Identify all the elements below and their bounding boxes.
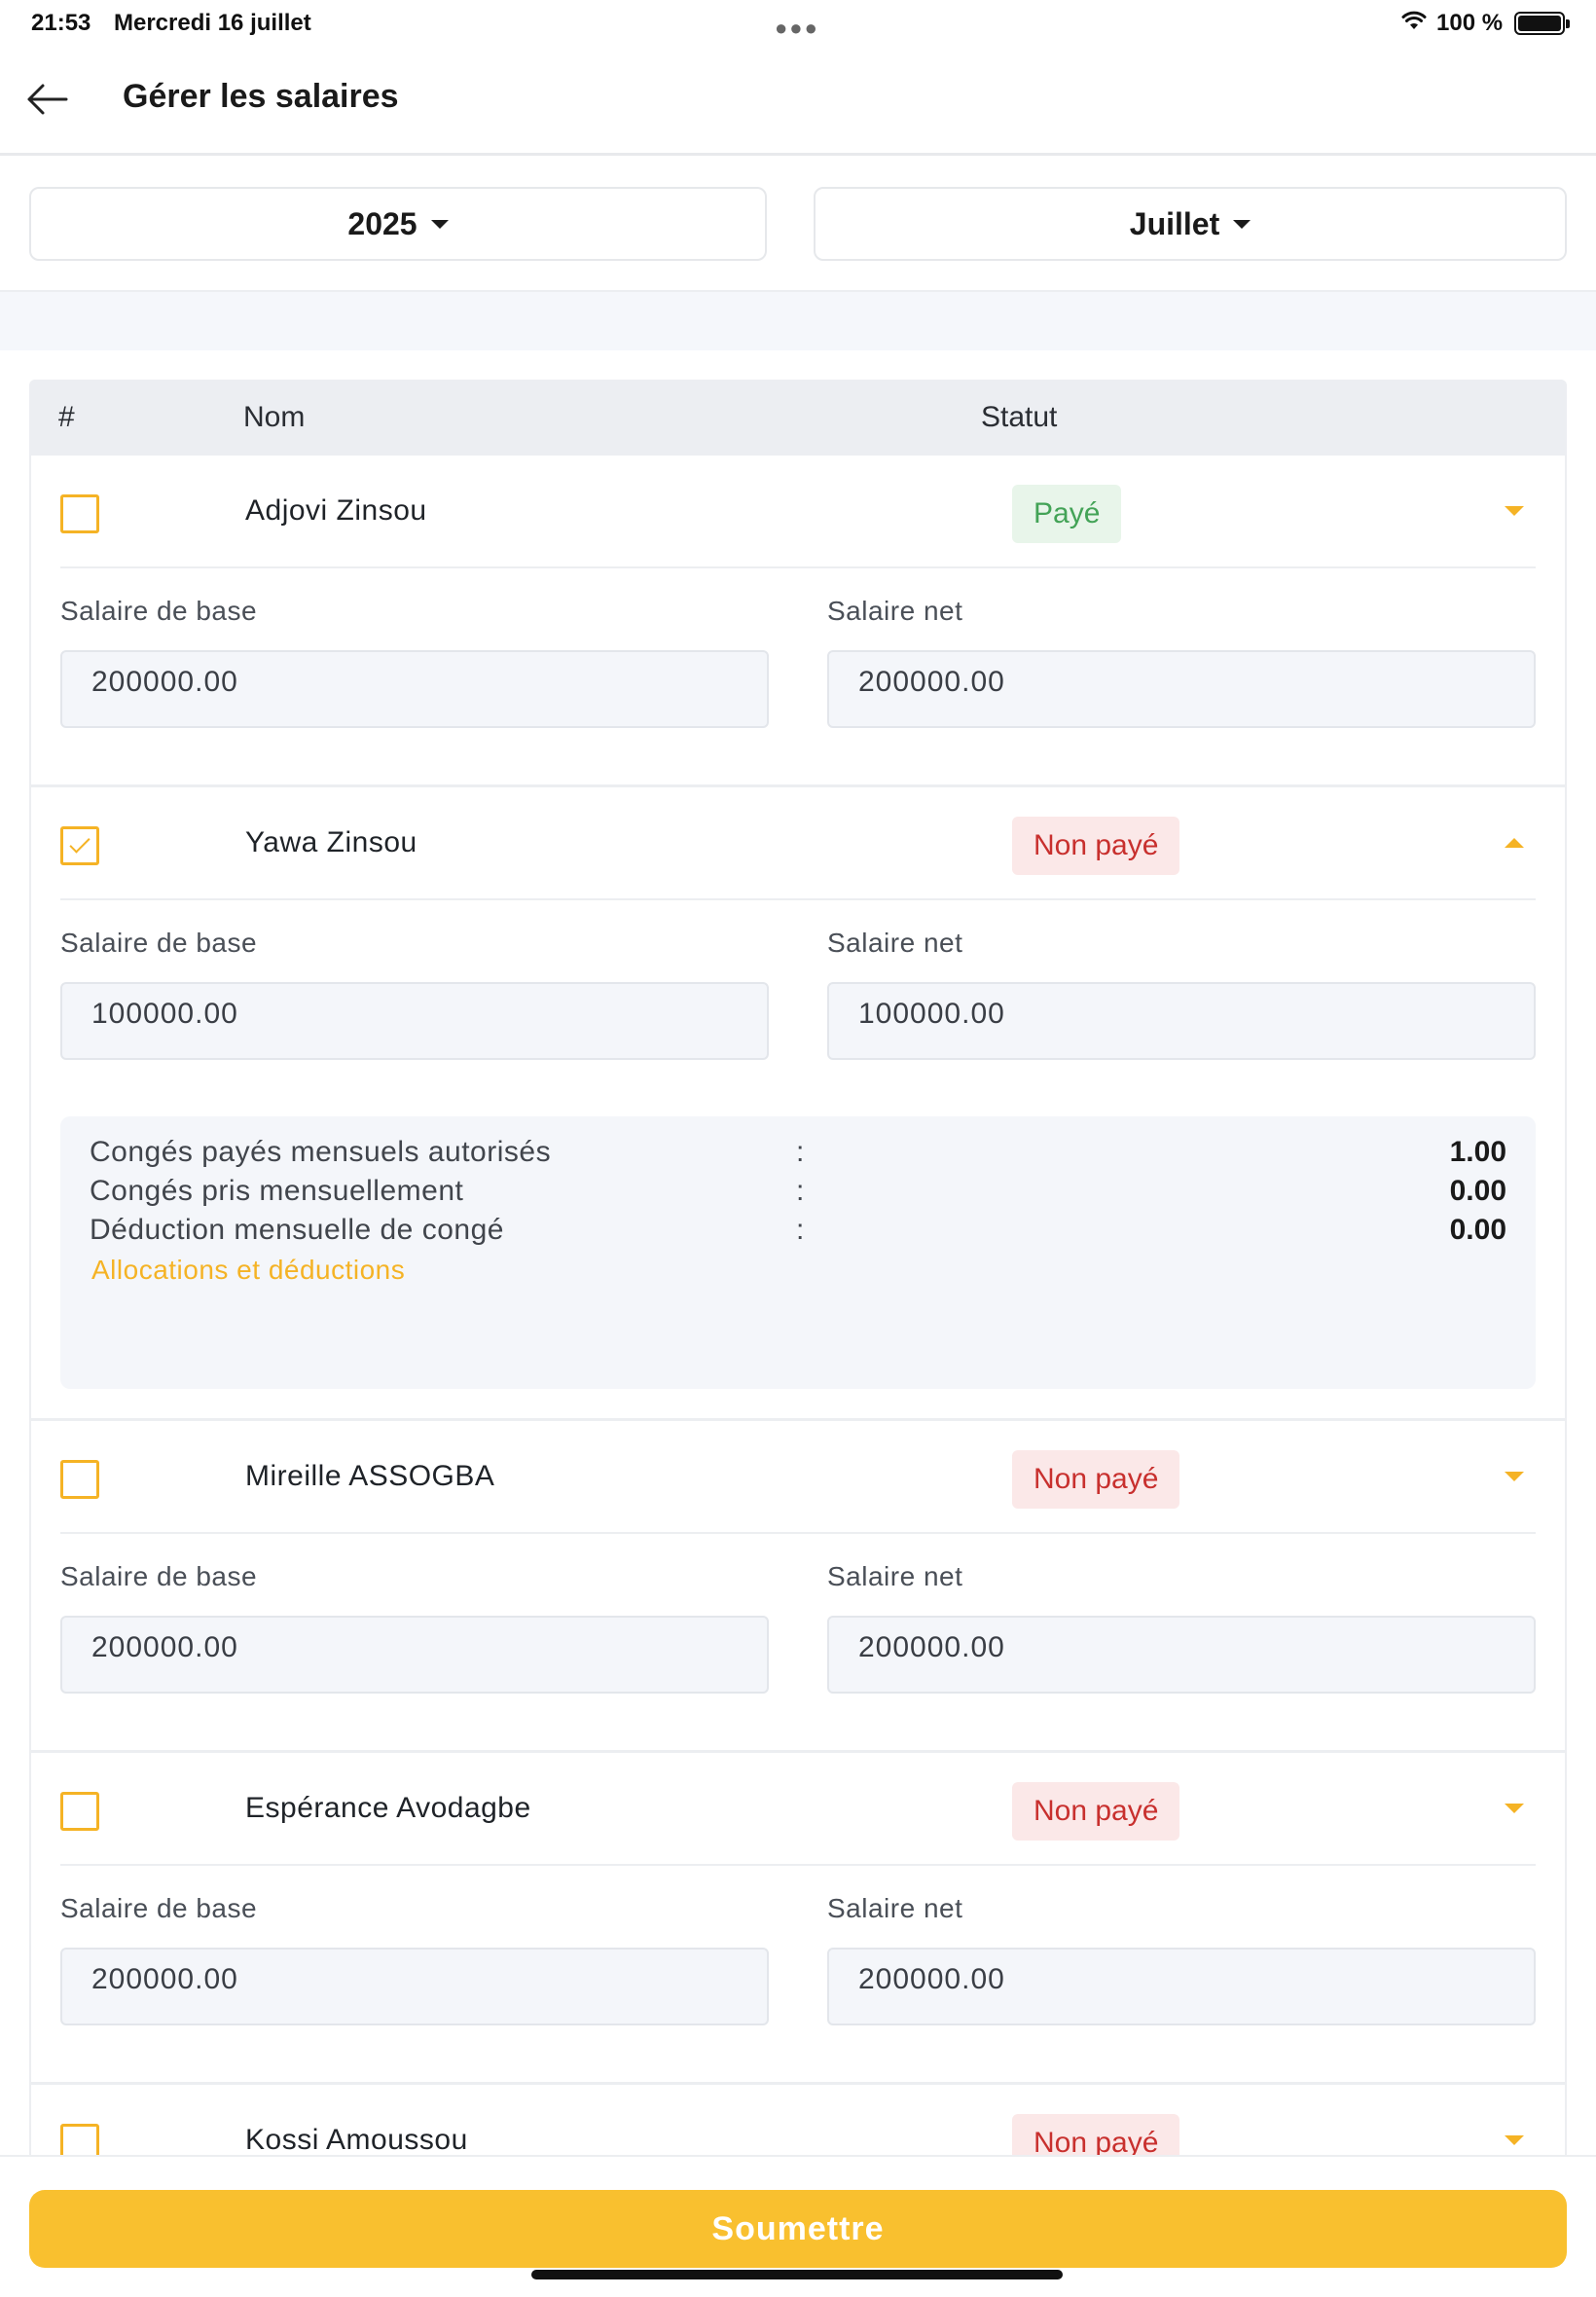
detail-separator: : xyxy=(796,1214,805,1246)
net-salary-label: Salaire net xyxy=(827,1893,963,1923)
year-select-value: 2025 xyxy=(347,205,417,241)
base-salary-input[interactable]: 200000.00 xyxy=(60,1948,769,2025)
row-salary-fields: Salaire de base Salaire net 200000.00 20… xyxy=(60,1866,1536,2082)
allocations-deductions-link[interactable]: Allocations et déductions xyxy=(91,1255,405,1286)
month-select[interactable]: Juillet xyxy=(814,187,1567,261)
detail-value: 0.00 xyxy=(1449,1214,1506,1246)
home-indicator[interactable] xyxy=(531,2270,1063,2279)
multitasking-dots-icon[interactable]: ●●● xyxy=(775,16,819,41)
row-checkbox[interactable] xyxy=(60,1792,99,1831)
detail-separator: : xyxy=(796,1175,805,1207)
salary-list[interactable]: Adjovi Zinsou Payé Salaire de base Salai… xyxy=(29,456,1567,2159)
detail-label: Déduction mensuelle de congé xyxy=(90,1214,504,1246)
table-header: # Nom Statut xyxy=(29,380,1567,456)
base-salary-input[interactable]: 100000.00 xyxy=(60,982,769,1060)
table-row: Espérance Avodagbe Non payé Salaire de b… xyxy=(31,1753,1565,2085)
detail-value: 0.00 xyxy=(1449,1175,1506,1207)
status-time: 21:53 xyxy=(31,10,91,36)
detail-separator: : xyxy=(796,1136,805,1168)
submit-button[interactable]: Soumettre xyxy=(29,2190,1567,2268)
chevron-down-icon[interactable] xyxy=(1505,2135,1524,2145)
month-select-value: Juillet xyxy=(1129,205,1220,241)
net-salary-input[interactable]: 200000.00 xyxy=(827,650,1536,728)
net-salary-input[interactable]: 100000.00 xyxy=(827,982,1536,1060)
battery-percentage: 100 % xyxy=(1436,10,1504,36)
detail-line: Déduction mensuelle de congé : 0.00 xyxy=(90,1214,1506,1253)
column-header-name: Nom xyxy=(243,401,306,433)
row-checkbox[interactable] xyxy=(60,1460,99,1499)
chevron-down-icon[interactable] xyxy=(1505,506,1524,516)
arrow-left-icon[interactable] xyxy=(23,80,70,119)
base-salary-label: Salaire de base xyxy=(60,1561,258,1591)
row-header[interactable]: Mireille ASSOGBA Non payé xyxy=(60,1421,1536,1534)
chevron-up-icon[interactable] xyxy=(1505,838,1524,848)
detail-label: Congés payés mensuels autorisés xyxy=(90,1136,552,1168)
row-header[interactable]: Kossi Amoussou Non payé xyxy=(60,2085,1536,2159)
row-header[interactable]: Espérance Avodagbe Non payé xyxy=(60,1753,1536,1866)
row-checkbox[interactable] xyxy=(60,826,99,865)
table-row: Kossi Amoussou Non payé xyxy=(31,2085,1565,2159)
base-salary-label: Salaire de base xyxy=(60,928,258,958)
column-header-status: Statut xyxy=(981,401,1058,433)
row-salary-fields: Salaire de base Salaire net 200000.00 20… xyxy=(60,1534,1536,1750)
row-header[interactable]: Adjovi Zinsou Payé xyxy=(60,456,1536,568)
table-row: Adjovi Zinsou Payé Salaire de base Salai… xyxy=(31,456,1565,787)
chevron-down-icon[interactable] xyxy=(1505,1804,1524,1813)
filter-bar: 2025 Juillet xyxy=(0,156,1596,292)
table-row: Mireille ASSOGBA Non payé Salaire de bas… xyxy=(31,1421,1565,1753)
employee-name: Espérance Avodagbe xyxy=(245,1792,531,1824)
app-header: Gérer les salaires xyxy=(0,47,1596,156)
employee-name: Adjovi Zinsou xyxy=(245,494,427,527)
table-row: Yawa Zinsou Non payé Salaire de base Sal… xyxy=(31,787,1565,1421)
caret-down-icon xyxy=(1233,219,1251,229)
net-salary-input[interactable]: 200000.00 xyxy=(827,1948,1536,2025)
chevron-down-icon[interactable] xyxy=(1505,1472,1524,1481)
status-badge: Non payé xyxy=(1012,2114,1180,2159)
detail-label: Congés pris mensuellement xyxy=(90,1175,464,1207)
caret-down-icon xyxy=(430,219,449,229)
row-checkbox[interactable] xyxy=(60,494,99,533)
detail-line: Congés payés mensuels autorisés : 1.00 xyxy=(90,1136,1506,1175)
net-salary-input[interactable]: 200000.00 xyxy=(827,1616,1536,1694)
status-badge: Non payé xyxy=(1012,1782,1180,1841)
row-salary-fields: Salaire de base Salaire net 200000.00 20… xyxy=(60,568,1536,784)
battery-icon xyxy=(1514,12,1570,35)
status-badge: Non payé xyxy=(1012,1450,1180,1509)
base-salary-input[interactable]: 200000.00 xyxy=(60,1616,769,1694)
employee-name: Mireille ASSOGBA xyxy=(245,1460,495,1492)
net-salary-label: Salaire net xyxy=(827,928,963,958)
wifi-icon xyxy=(1401,11,1427,29)
status-bar: 21:53 Mercredi 16 juillet ●●● 100 % xyxy=(0,0,1596,47)
status-badge: Non payé xyxy=(1012,817,1180,875)
leave-details-panel: Congés payés mensuels autorisés : 1.00 C… xyxy=(60,1116,1536,1389)
base-salary-label: Salaire de base xyxy=(60,596,258,626)
row-checkbox[interactable] xyxy=(60,2124,99,2159)
status-badge: Payé xyxy=(1012,485,1122,543)
detail-value: 1.00 xyxy=(1449,1136,1506,1168)
section-divider xyxy=(0,292,1596,350)
page-title: Gérer les salaires xyxy=(123,78,399,115)
status-date: Mercredi 16 juillet xyxy=(114,10,311,36)
base-salary-label: Salaire de base xyxy=(60,1893,258,1923)
column-header-number: # xyxy=(58,401,75,433)
net-salary-label: Salaire net xyxy=(827,1561,963,1591)
employee-name: Yawa Zinsou xyxy=(245,826,417,858)
net-salary-label: Salaire net xyxy=(827,596,963,626)
row-header[interactable]: Yawa Zinsou Non payé xyxy=(60,787,1536,900)
employee-name: Kossi Amoussou xyxy=(245,2124,468,2156)
base-salary-input[interactable]: 200000.00 xyxy=(60,650,769,728)
year-select[interactable]: 2025 xyxy=(29,187,767,261)
row-salary-fields: Salaire de base Salaire net 100000.00 10… xyxy=(60,900,1536,1116)
detail-line: Congés pris mensuellement : 0.00 xyxy=(90,1175,1506,1214)
